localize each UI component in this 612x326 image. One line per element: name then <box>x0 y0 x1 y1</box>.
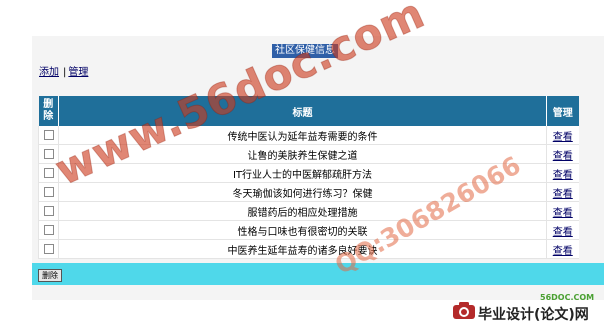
delete-button[interactable]: 删除 <box>38 269 62 282</box>
table-row: 服错药后的相应处理措施 查看 <box>38 201 579 221</box>
table-row: 性格与口味也有很密切的关联 查看 <box>38 220 579 240</box>
brand-site: 56DOC.COM <box>540 293 595 302</box>
manage-link[interactable]: 管理 <box>68 67 88 78</box>
toolbar: 添加 | 管理 <box>39 66 88 80</box>
view-link[interactable]: 查看 <box>553 208 573 219</box>
view-link[interactable]: 查看 <box>553 151 573 162</box>
row-select-checkbox[interactable] <box>43 129 54 140</box>
camera-logo-icon <box>453 302 475 319</box>
add-link[interactable]: 添加 <box>39 67 59 78</box>
view-link[interactable]: 查看 <box>553 189 573 200</box>
toolbar-separator: | <box>63 67 67 78</box>
row-title: 中医养生延年益寿的诸多良好要诀 <box>58 239 547 259</box>
row-select-checkbox[interactable] <box>43 243 54 254</box>
brand-logo: 56DOC.COM 毕业设计(论文)网 <box>452 293 602 324</box>
brand-name: 毕业设计(论文)网 <box>478 307 589 323</box>
manage-column-header: 管理 <box>546 96 579 126</box>
view-link[interactable]: 查看 <box>553 246 573 257</box>
table-row: 中医养生延年益寿的诸多良好要诀 查看 <box>38 239 579 259</box>
row-select-checkbox[interactable] <box>43 205 54 216</box>
view-link[interactable]: 查看 <box>553 132 573 143</box>
delete-column-header: 删除 <box>38 96 59 126</box>
row-select-checkbox[interactable] <box>43 224 54 235</box>
row-select-checkbox[interactable] <box>43 167 54 178</box>
row-select-checkbox[interactable] <box>43 186 54 197</box>
footer-bar <box>32 263 604 285</box>
view-link[interactable]: 查看 <box>553 170 573 181</box>
row-title: 性格与口味也有很密切的关联 <box>58 220 547 240</box>
delete-header-line2: 除 <box>43 111 54 122</box>
view-link[interactable]: 查看 <box>553 227 573 238</box>
delete-header-line1: 删 <box>43 99 54 110</box>
